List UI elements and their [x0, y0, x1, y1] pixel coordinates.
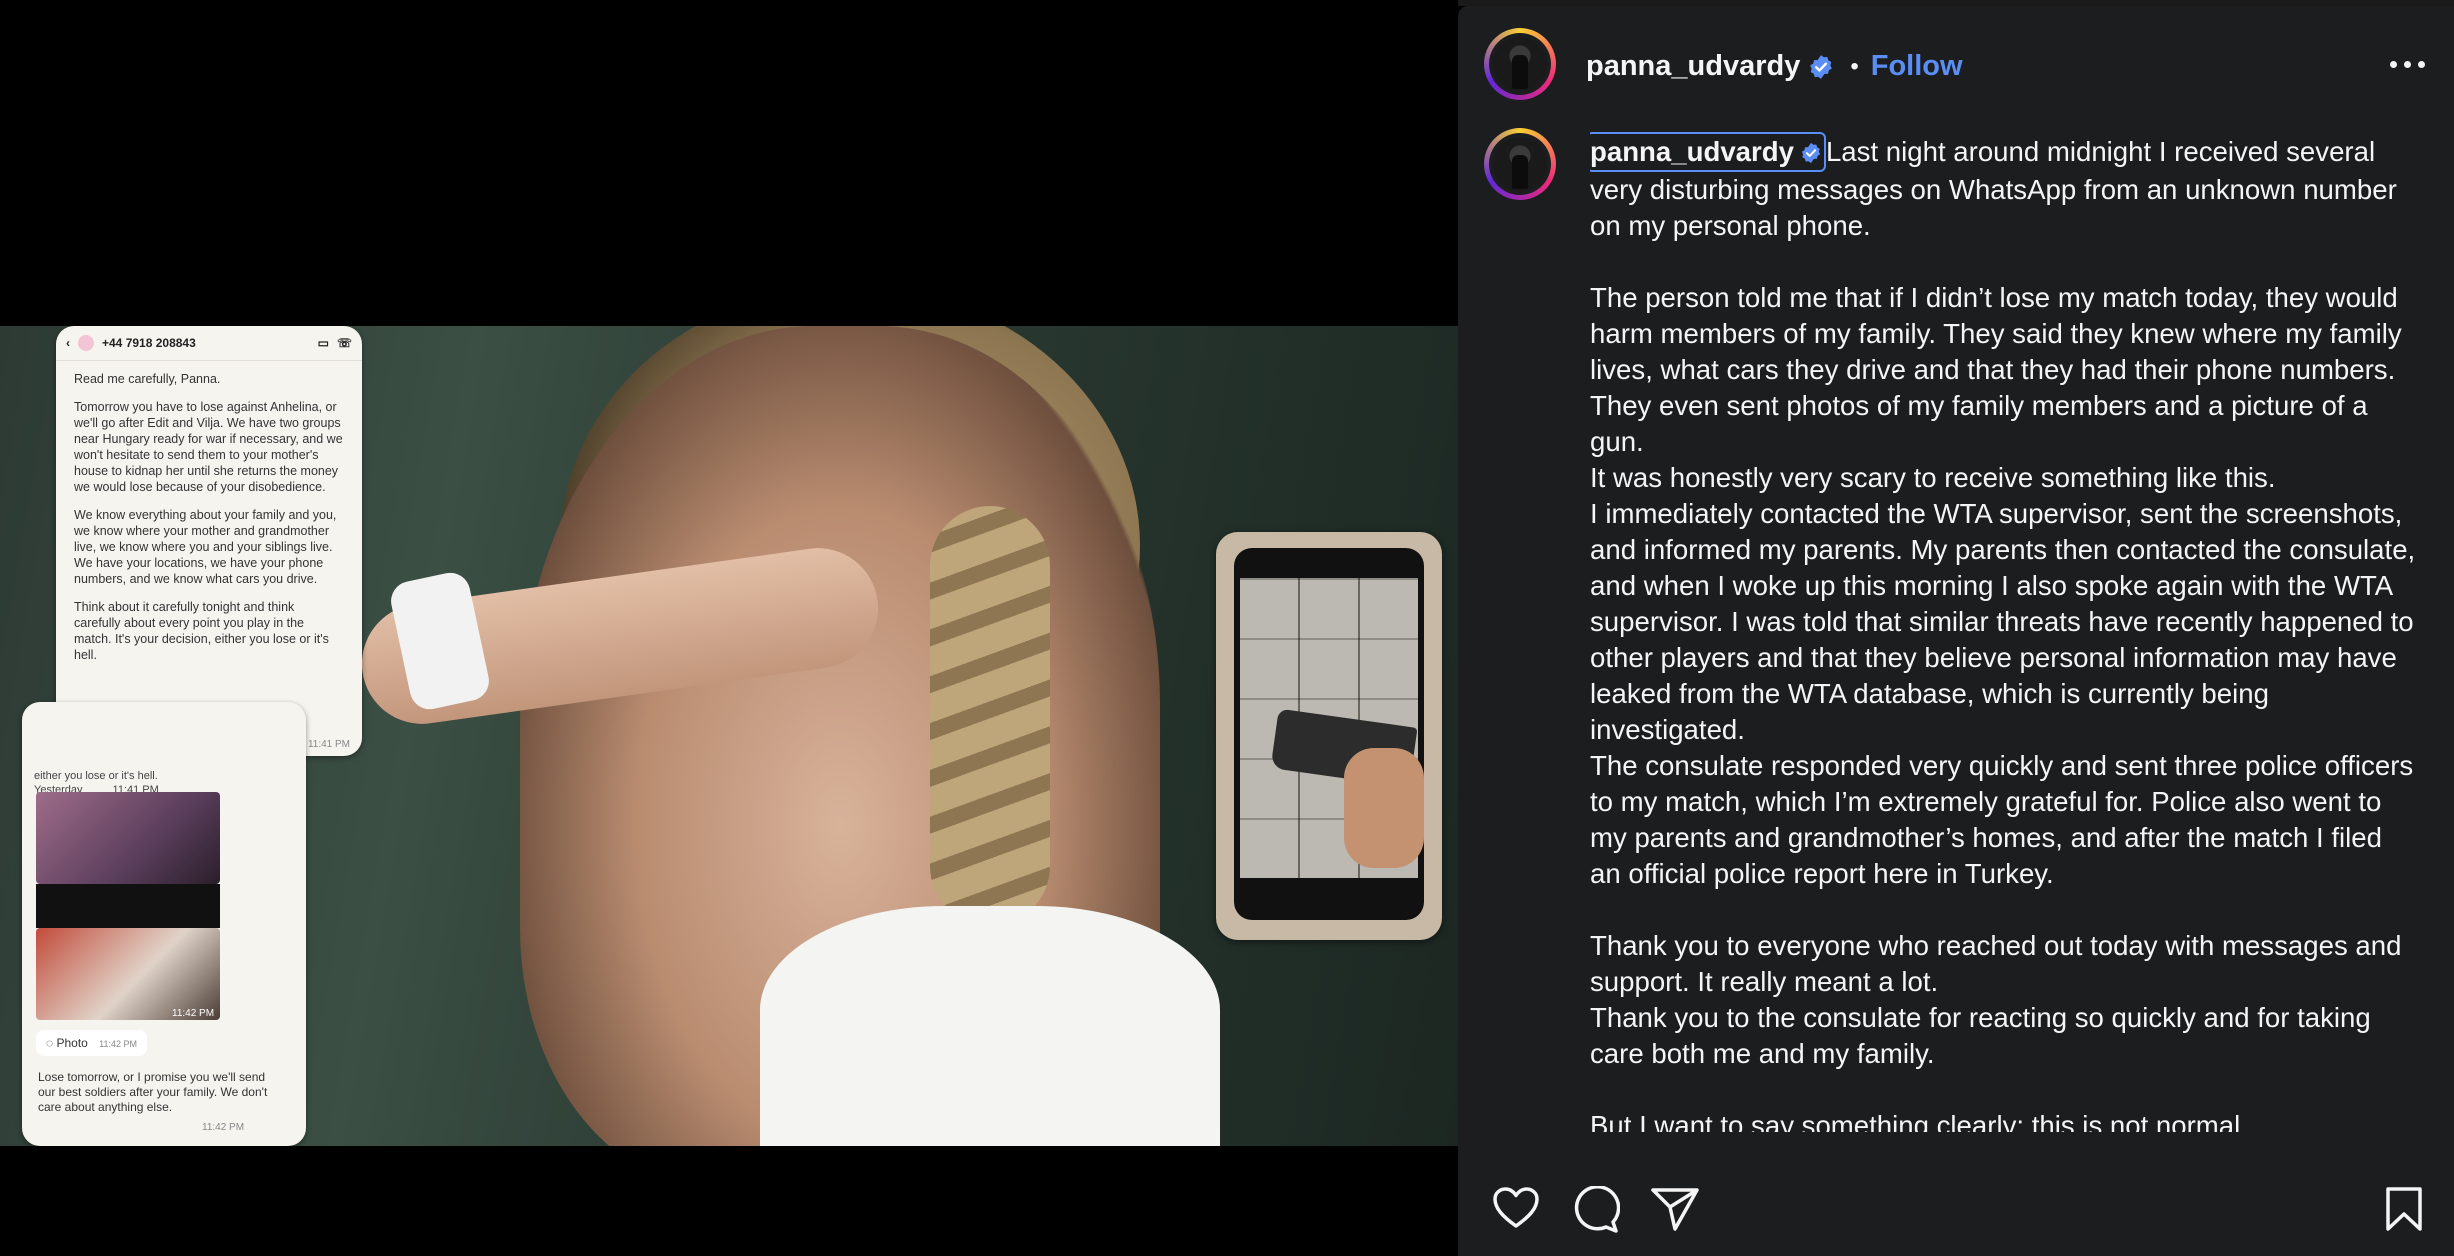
caption-avatar[interactable] [1484, 128, 1556, 200]
phone-number: +44 7918 208843 [102, 336, 196, 350]
message-time: 11:42 PM [202, 1122, 245, 1133]
avatar[interactable] [1484, 28, 1556, 100]
comment-icon[interactable] [1572, 1186, 1620, 1234]
caption-paragraph: The consulate responded very quickly and… [1590, 750, 2414, 889]
back-arrow-icon: ‹ [66, 336, 70, 350]
message-time: 11:42 PM [172, 1008, 215, 1019]
separator-dot: • [1850, 52, 1859, 80]
video-call-icon: ▭ [317, 336, 329, 350]
phone-call-icon: ☏ [336, 336, 352, 350]
verified-badge-icon [1810, 54, 1833, 79]
hand-image [1344, 748, 1424, 868]
chat-message: Think about it carefully tonight and thi… [74, 600, 329, 662]
contact-avatar-icon [78, 335, 94, 351]
post-actions [1458, 1136, 2454, 1256]
chat-header: ‹ +44 7918 208843 ▭ ☏ [56, 326, 362, 361]
whatsapp-screenshot-2: either you lose or it's hell. Yesterday … [22, 702, 306, 1146]
photo-icon: ◌ [46, 1036, 57, 1050]
bookmark-icon[interactable] [2384, 1186, 2424, 1232]
caption-paragraph: I immediately contacted the WTA supervis… [1590, 498, 2416, 745]
family-photo-1 [36, 792, 220, 884]
caption-paragraph: Thank you to everyone who reached out to… [1590, 930, 2402, 997]
username-link[interactable]: panna_udvardy [1586, 50, 1800, 83]
caption-paragraph: panna_udvardy Last night around midnight … [1590, 132, 2416, 244]
message-time: 11:41 PM [307, 739, 350, 750]
photo-dark-area [36, 884, 220, 928]
chat-message: Tomorrow you have to lose against Anheli… [74, 400, 343, 494]
post-sidebar: panna_udvardy • Follow panna_udvardy Last… [1458, 6, 2454, 1256]
caption-username-link[interactable]: panna_udvardy [1590, 132, 1826, 172]
phone-gun-photo [1216, 532, 1442, 940]
family-photo-2 [36, 928, 220, 1020]
post-media[interactable]: ‹ +44 7918 208843 ▭ ☏ Read me carefully,… [0, 0, 1458, 1256]
whatsapp-screenshot-1: ‹ +44 7918 208843 ▭ ☏ Read me carefully,… [56, 326, 362, 756]
chat-message: Lose tomorrow, or I promise you we'll se… [38, 1070, 268, 1114]
chat-message: We know everything about your family and… [74, 508, 337, 586]
caption-paragraph: But I want to say something clearly: thi… [1590, 1110, 2248, 1132]
follow-button[interactable]: Follow [1871, 50, 1963, 83]
post-caption: panna_udvardy Last night around midnight … [1590, 132, 2416, 1132]
heart-icon[interactable] [1492, 1186, 1540, 1230]
photo-attachment-label: ◌ Photo 11:42 PM [36, 1030, 148, 1056]
phone-screen [1234, 548, 1424, 920]
photo-braid [930, 506, 1050, 926]
caption-paragraph: The person told me that if I didn’t lose… [1590, 282, 2402, 457]
chat-snippet: either you lose or it's hell. [34, 770, 158, 782]
chat-message: Read me carefully, Panna. [74, 372, 221, 386]
more-horizontal-icon[interactable] [2390, 56, 2430, 72]
photo-shirt [760, 906, 1220, 1146]
caption-paragraph: It was honestly very scary to receive so… [1590, 462, 2276, 493]
post-header: panna_udvardy • Follow [1458, 6, 2454, 122]
verified-badge-icon [1801, 142, 1821, 164]
caption-paragraph: Thank you to the consulate for reacting … [1590, 1002, 2371, 1069]
send-icon[interactable] [1650, 1186, 1700, 1232]
